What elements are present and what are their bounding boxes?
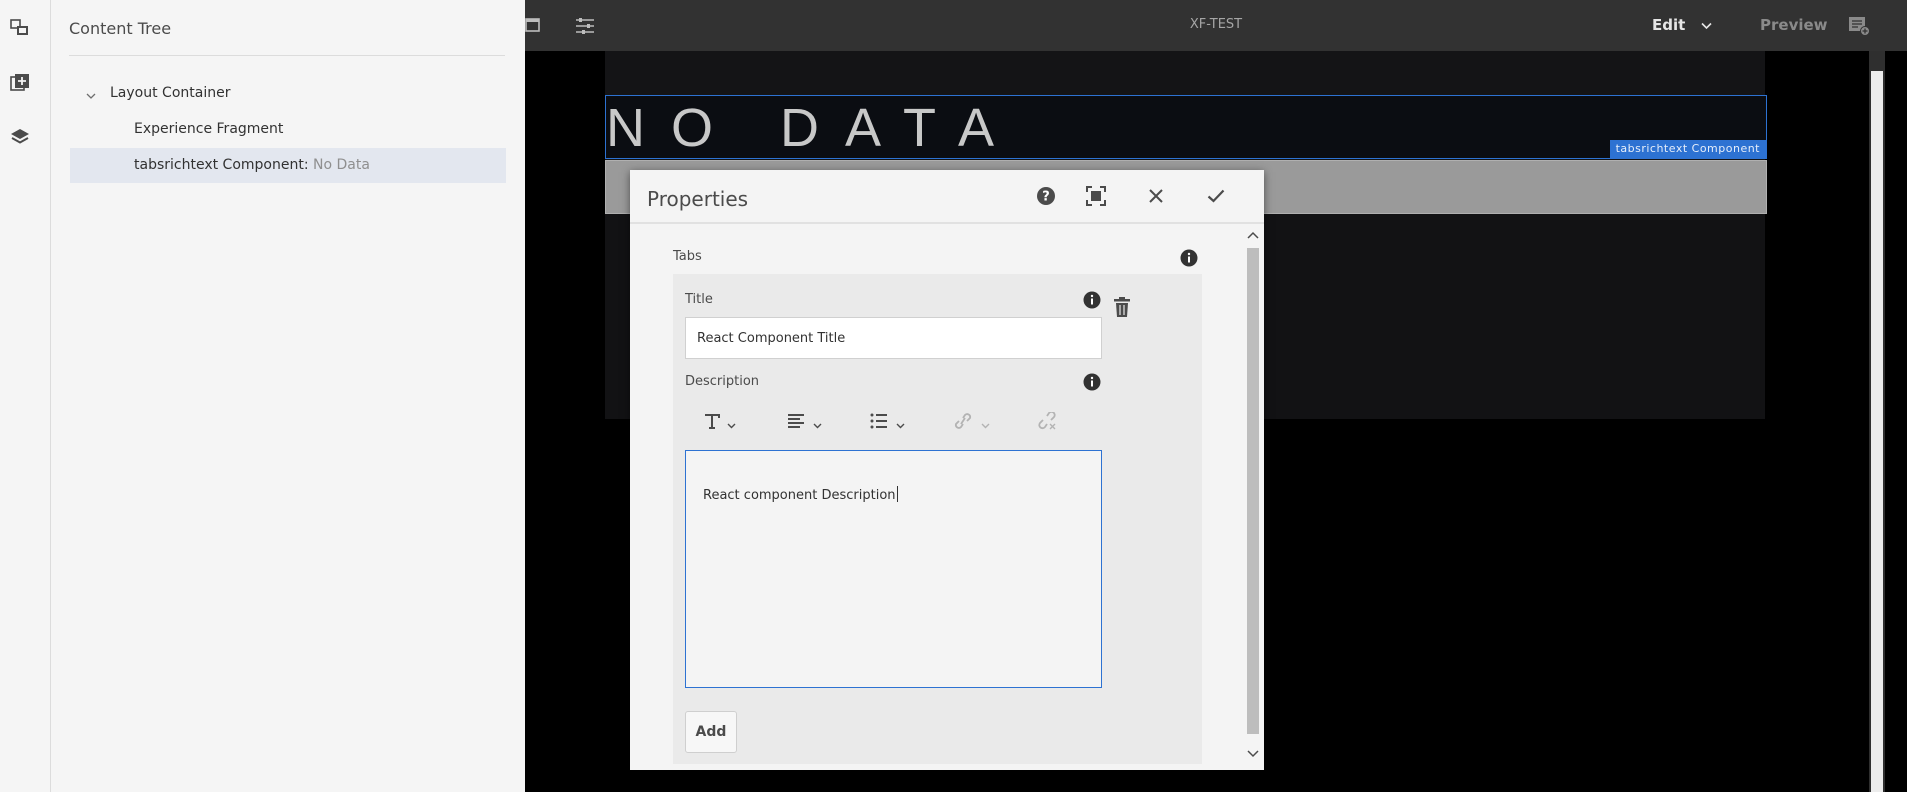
tree-node-tabsrichtext[interactable]: tabsrichtext Component: No Data (134, 157, 370, 173)
component-tag: tabsrichtext Component (1609, 140, 1766, 158)
canvas-header-region (605, 51, 1765, 95)
checkmark-icon (1207, 188, 1225, 208)
title-label: Title (685, 292, 713, 307)
cancel-button[interactable] (1144, 186, 1168, 210)
svg-text:?: ? (1042, 190, 1050, 205)
tabs-label: Tabs (673, 249, 702, 264)
info-icon[interactable] (1180, 249, 1198, 267)
justify-button[interactable] (787, 411, 822, 435)
scrollbar-thumb[interactable] (1871, 71, 1883, 792)
unlink-button[interactable] (1037, 410, 1057, 435)
list-button[interactable] (870, 411, 905, 435)
help-icon: ? (1036, 186, 1056, 210)
delete-item-button[interactable] (1113, 296, 1131, 318)
tree-node-suffix: No Data (313, 157, 370, 173)
chevron-down-icon[interactable] (1247, 750, 1259, 762)
title-input[interactable] (685, 317, 1102, 359)
dialog-scrollbar[interactable] (1244, 228, 1262, 766)
unlink-icon (1037, 410, 1057, 434)
chevron-down-icon (727, 414, 736, 433)
component-text: NO DATA (606, 98, 1021, 158)
tree-node-label: Layout Container (110, 85, 231, 101)
annotations-icon[interactable] (1848, 16, 1870, 40)
description-rich-text-editor[interactable]: React component Description (685, 450, 1102, 688)
link-icon (953, 413, 973, 433)
dialog-title: Properties (647, 187, 749, 211)
rte-toolbar (685, 403, 1102, 443)
preview-button[interactable]: Preview (1760, 16, 1828, 34)
content-tree-panel: Content Tree Layout Container Experience… (51, 0, 525, 792)
align-icon (787, 413, 805, 433)
text-format-button[interactable] (703, 411, 736, 435)
dialog-body: Tabs Title Description (630, 226, 1244, 770)
editor-topbar: XF-TEST Edit Preview (525, 0, 1907, 51)
chevron-down-icon (813, 414, 822, 433)
side-rail (0, 0, 51, 792)
fullscreen-button[interactable] (1084, 186, 1108, 210)
add-button[interactable]: Add (685, 711, 737, 753)
chevron-down-icon (1700, 16, 1712, 34)
tree-node-experience-fragment[interactable]: Experience Fragment (134, 121, 283, 137)
text-format-icon (703, 412, 721, 434)
help-button[interactable]: ? (1034, 186, 1058, 210)
chevron-down-icon[interactable] (86, 86, 96, 99)
tree-node-label: tabsrichtext Component: (134, 157, 309, 173)
description-text: React component Description (703, 486, 898, 503)
chevron-up-icon[interactable] (1247, 231, 1259, 243)
mode-select[interactable]: Edit (1652, 16, 1712, 34)
dialog-header: Properties ? (630, 170, 1264, 224)
content-tree-title: Content Tree (69, 19, 172, 38)
divider (69, 55, 505, 56)
close-icon (1148, 188, 1164, 208)
editor-scrollbar[interactable] (1869, 51, 1885, 792)
chevron-down-icon (896, 414, 905, 433)
mode-label: Edit (1652, 16, 1686, 34)
trash-icon (1113, 297, 1131, 322)
properties-dialog: Properties ? Tabs Title React Component … (630, 170, 1264, 770)
description-label: Description (685, 374, 760, 389)
text-caret (896, 486, 898, 502)
components-icon[interactable] (8, 16, 32, 40)
layers-icon[interactable] (8, 125, 32, 149)
info-icon[interactable] (1083, 291, 1101, 309)
tree-node-layout-container[interactable]: Layout Container (110, 85, 230, 101)
link-button[interactable] (953, 411, 990, 435)
done-button[interactable] (1204, 186, 1228, 210)
chevron-down-icon (981, 414, 990, 433)
fullscreen-icon (1086, 186, 1106, 210)
description-value: React component Description (703, 488, 896, 503)
tree-node-label: Experience Fragment (134, 121, 284, 137)
tabsrichtext-component[interactable]: NO DATA tabsrichtext Component (605, 95, 1767, 159)
scrollbar-thumb[interactable] (1247, 248, 1259, 734)
assets-icon[interactable] (8, 71, 32, 95)
list-icon (870, 413, 888, 433)
info-icon[interactable] (1083, 373, 1101, 391)
